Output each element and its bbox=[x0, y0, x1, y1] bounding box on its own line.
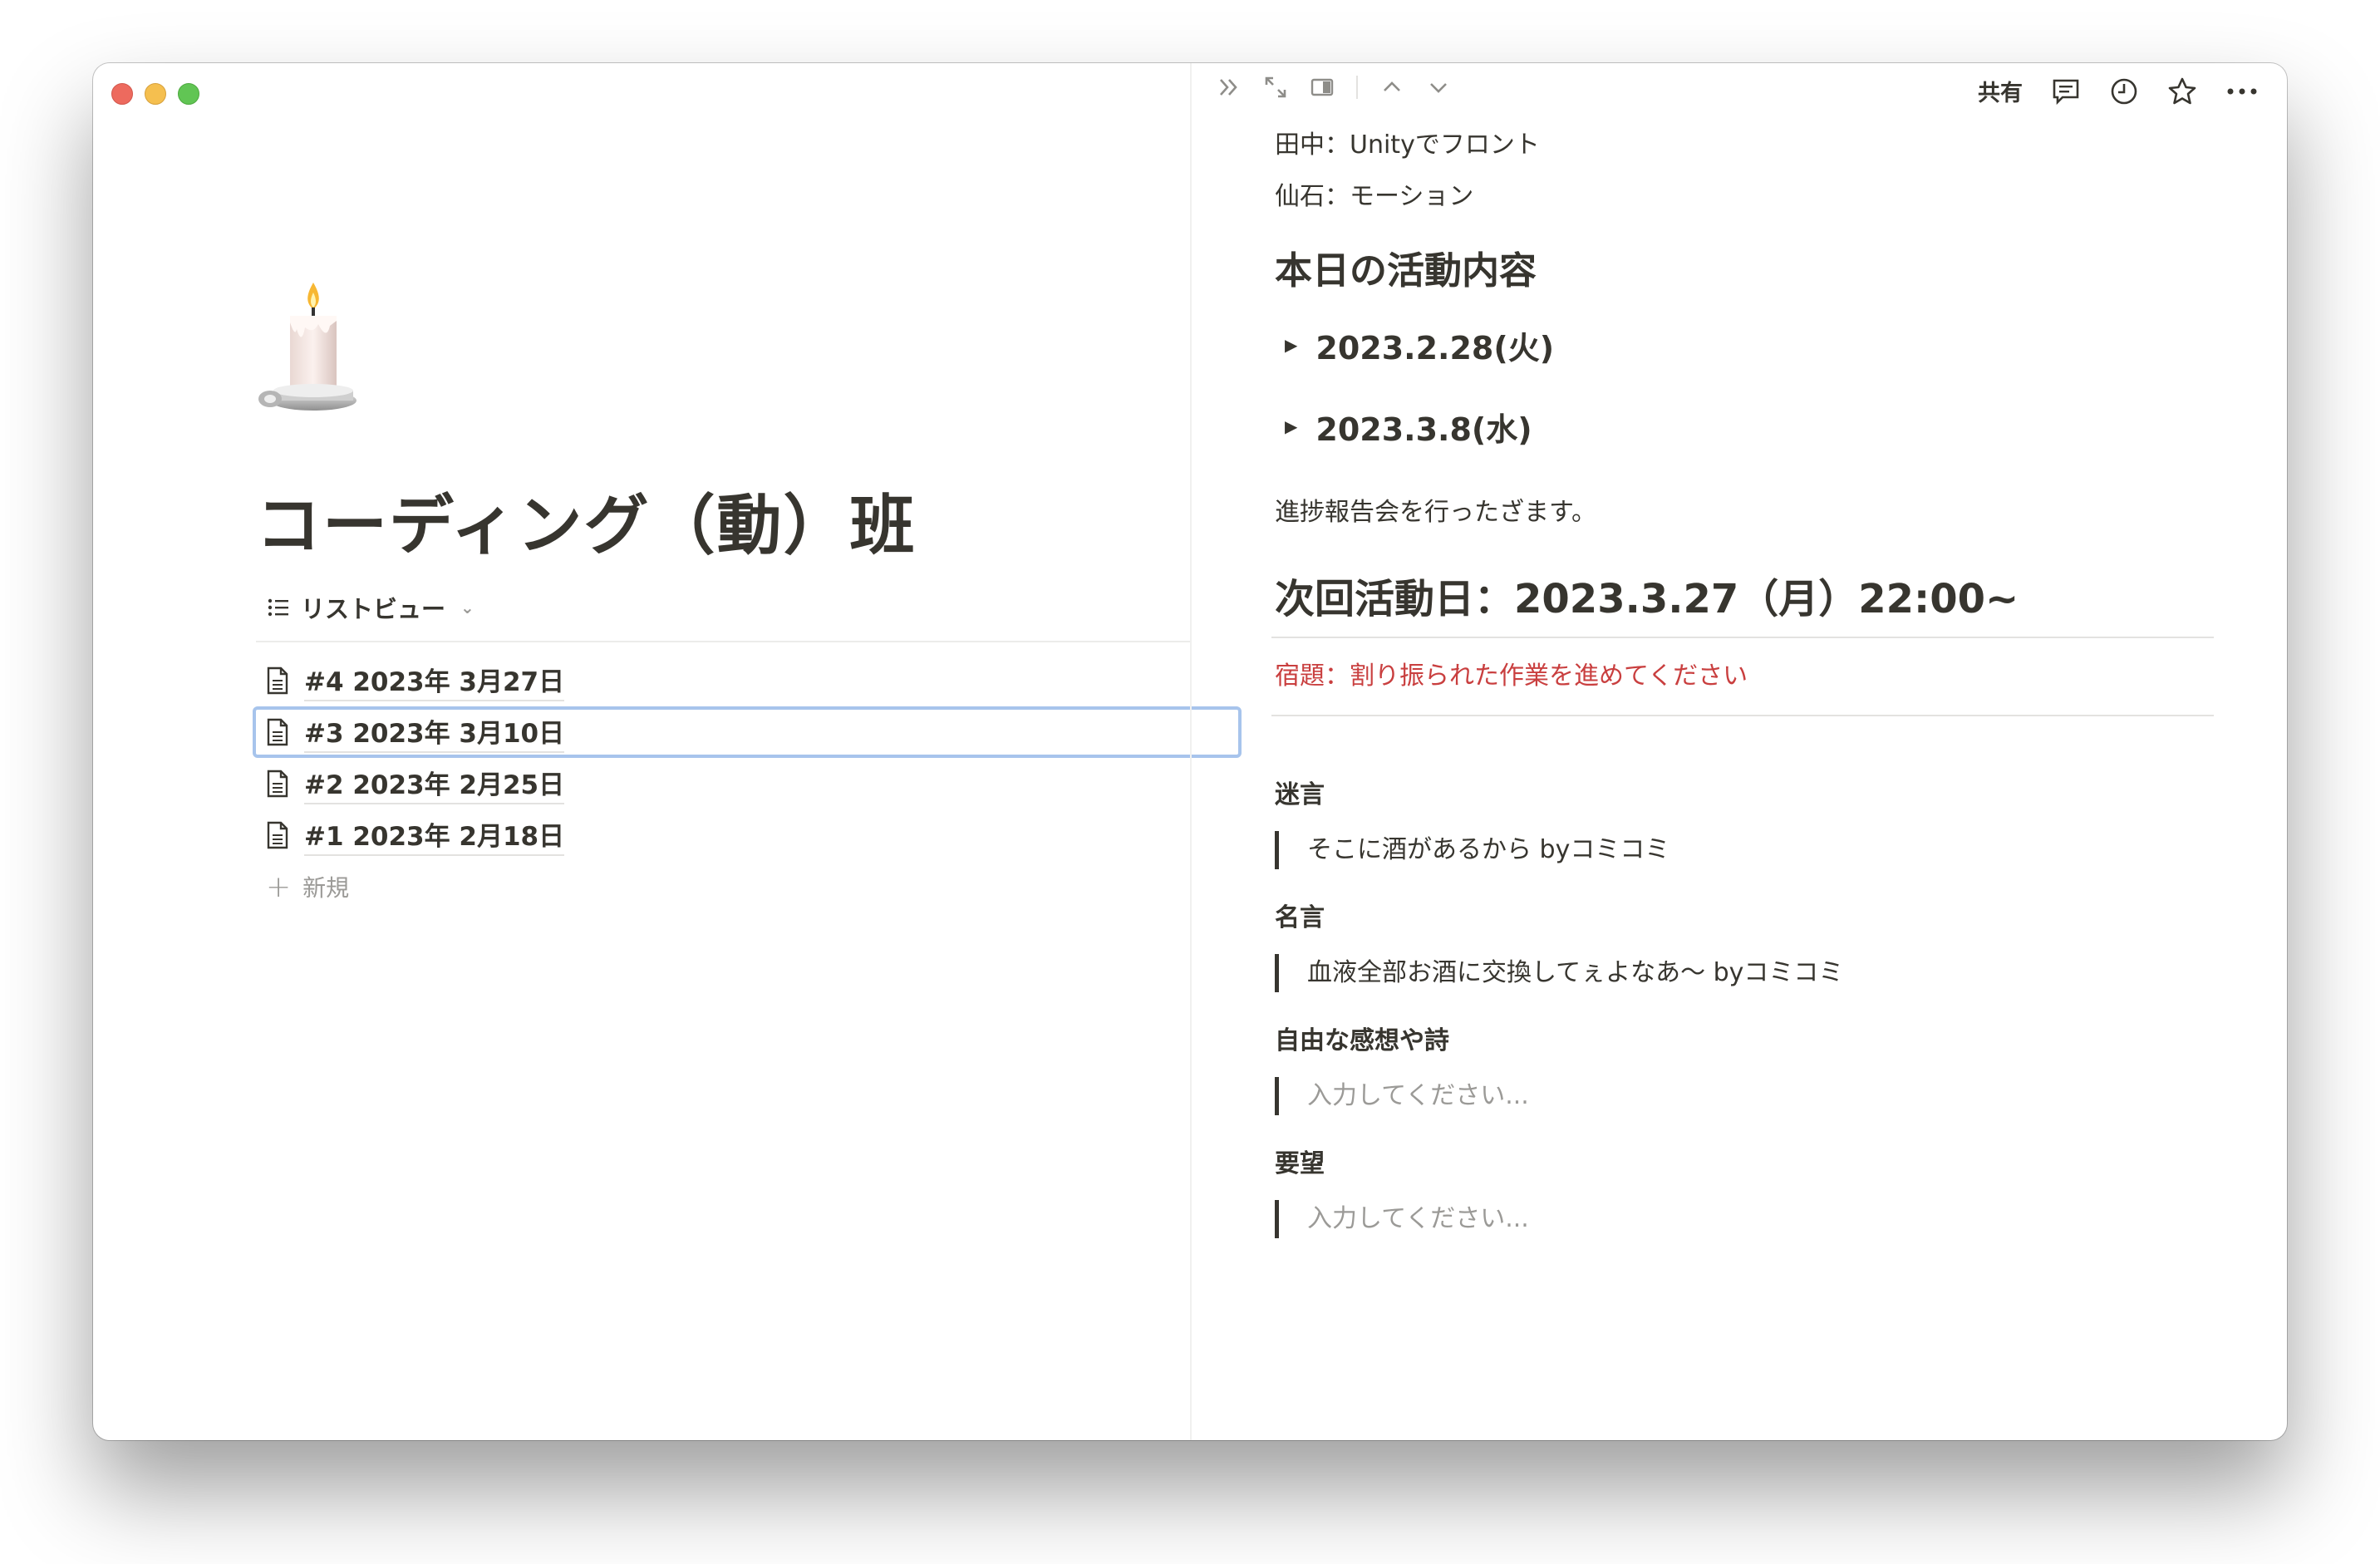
divider bbox=[1271, 715, 2214, 716]
list-item-title: #3 2023年 3月10日 bbox=[304, 712, 565, 753]
list-item-selected[interactable]: #3 2023年 3月10日 bbox=[253, 706, 1242, 758]
chevron-down-icon: ⌄ bbox=[460, 598, 475, 617]
quote-block[interactable]: 血液全部お酒に交換してぇよなあ〜 byコミコミ bbox=[1275, 954, 2214, 992]
candle-icon[interactable] bbox=[255, 279, 371, 421]
list-item-title: #2 2023年 2月25日 bbox=[304, 764, 565, 804]
database-list: #4 2023年 3月27日 #3 2023年 3月10日 #2 2023年 2… bbox=[253, 655, 1245, 912]
toggle-block[interactable]: ▶ 2023.3.8(水) bbox=[1275, 386, 2214, 467]
new-item-label: 新規 bbox=[302, 874, 350, 902]
page-icon bbox=[267, 718, 288, 746]
section-label: 迷言 bbox=[1275, 780, 1325, 809]
peek-pane: 共有 田中：Unityでフロント 仙石：モーション 本日の活動内容 ▶ 2023… bbox=[1190, 63, 2287, 1440]
peek-toolbar-right: 共有 bbox=[1978, 75, 2259, 107]
chevron-down-icon[interactable] bbox=[1426, 75, 1451, 100]
report-text[interactable]: 進捗報告会を行ったざます。 bbox=[1275, 487, 2214, 539]
section-label: 要望 bbox=[1275, 1149, 1325, 1178]
list-icon bbox=[268, 598, 288, 617]
side-peek-icon[interactable] bbox=[1310, 75, 1335, 100]
section-label: 自由な感想や詩 bbox=[1275, 1026, 1449, 1055]
view-switcher-label: リストビュー bbox=[301, 595, 446, 623]
more-icon[interactable] bbox=[2225, 76, 2259, 106]
toggle-triangle-icon[interactable]: ▶ bbox=[1285, 335, 1297, 355]
chevron-up-icon[interactable] bbox=[1379, 75, 1404, 100]
page-content: 田中：Unityでフロント 仙石：モーション 本日の活動内容 ▶ 2023.2.… bbox=[1271, 120, 2214, 1258]
toolbar-separator bbox=[1356, 76, 1358, 99]
next-activity-heading[interactable]: 次回活動日：2023.3.27（月）22:00~ bbox=[1275, 562, 2214, 637]
app-window: コーディング（動）班 リストビュー ⌄ #4 2023年 3月27日 #3 20… bbox=[93, 63, 2287, 1440]
homework-text[interactable]: 宿題：割り振られた作業を進めてください bbox=[1275, 638, 2214, 715]
database-pane: コーディング（動）班 リストビュー ⌄ #4 2023年 3月27日 #3 20… bbox=[93, 63, 1242, 1440]
toggle-block[interactable]: ▶ 2023.2.28(火) bbox=[1275, 304, 2214, 386]
plus-icon: + bbox=[266, 869, 292, 904]
section-label: 名言 bbox=[1275, 903, 1325, 932]
quote-input[interactable]: 入力してください... bbox=[1275, 1200, 2214, 1238]
page-title[interactable]: コーディング（動）班 bbox=[256, 474, 917, 567]
list-item[interactable]: #1 2023年 2月18日 bbox=[256, 809, 1245, 861]
divider bbox=[256, 641, 1190, 642]
page-icon bbox=[267, 770, 288, 798]
activity-heading[interactable]: 本日の活動内容 bbox=[1275, 238, 2214, 304]
text-block[interactable]: 田中：Unityでフロント bbox=[1275, 120, 2214, 171]
share-button[interactable]: 共有 bbox=[1978, 75, 2023, 107]
text-block[interactable]: 仙石：モーション bbox=[1275, 171, 2214, 223]
toggle-label: 2023.2.28(火) bbox=[1315, 329, 1555, 366]
star-icon[interactable] bbox=[2167, 76, 2197, 106]
history-icon[interactable] bbox=[2109, 76, 2139, 106]
double-chevron-right-icon[interactable] bbox=[1217, 75, 1242, 100]
list-item[interactable]: #4 2023年 3月27日 bbox=[256, 655, 1245, 706]
toggle-label: 2023.3.8(水) bbox=[1315, 411, 1532, 448]
list-item-title: #1 2023年 2月18日 bbox=[304, 815, 565, 856]
quote-input[interactable]: 入力してください... bbox=[1275, 1077, 2214, 1115]
expand-icon[interactable] bbox=[1263, 75, 1288, 100]
peek-toolbar-left bbox=[1217, 75, 1451, 100]
view-switcher[interactable]: リストビュー ⌄ bbox=[266, 590, 475, 625]
quote-block[interactable]: そこに酒があるから byコミコミ bbox=[1275, 831, 2214, 869]
list-item[interactable]: #2 2023年 2月25日 bbox=[256, 758, 1245, 809]
page-icon bbox=[267, 666, 288, 695]
page-icon bbox=[267, 821, 288, 849]
list-item-title: #4 2023年 3月27日 bbox=[304, 661, 565, 701]
toggle-triangle-icon[interactable]: ▶ bbox=[1285, 416, 1297, 436]
new-item-button[interactable]: + 新規 bbox=[256, 861, 1245, 912]
comment-icon[interactable] bbox=[2051, 76, 2081, 106]
